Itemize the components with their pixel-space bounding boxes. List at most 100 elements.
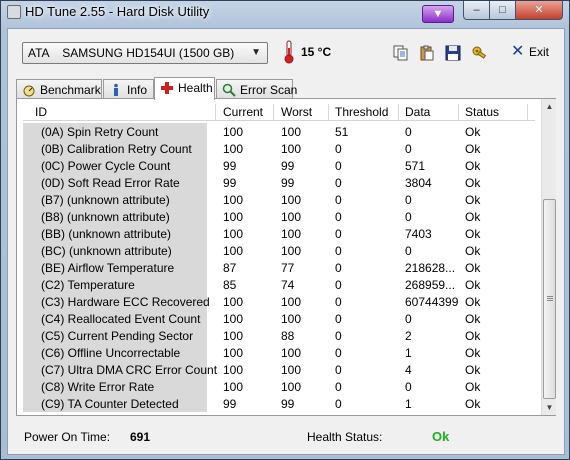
- column-divider[interactable]: [273, 104, 274, 120]
- threshold-cell: 0: [335, 295, 342, 309]
- status-cell: Ok: [465, 159, 481, 173]
- worst-cell: 100: [281, 295, 302, 309]
- scrollbar-thumb[interactable]: [543, 199, 556, 399]
- tab-label: Benchmark: [40, 83, 101, 97]
- current-cell: 100: [223, 363, 244, 377]
- status-cell: Ok: [465, 295, 481, 309]
- table-row[interactable]: (BB) (unknown attribute) 100 100 0 7403 Ok: [23, 225, 535, 242]
- table-row[interactable]: (B8) (unknown attribute) 100 100 0 0 Ok: [23, 208, 535, 225]
- promo-icon-button[interactable]: ▼: [422, 5, 454, 23]
- worst-cell: 88: [281, 329, 295, 343]
- column-divider[interactable]: [328, 104, 329, 120]
- attribute-id-cell: (C6) Offline Uncorrectable: [41, 346, 181, 360]
- title-bar[interactable]: HD Tune 2.55 - Hard Disk Utility ▼ – □ ✕: [1, 1, 569, 25]
- tab-label: Health: [178, 81, 213, 95]
- table-row[interactable]: (0D) Soft Read Error Rate 99 99 0 3804 Ok: [23, 174, 535, 191]
- copy-button[interactable]: [389, 41, 411, 63]
- column-header-data[interactable]: Data: [405, 105, 430, 119]
- info-icon: [114, 83, 118, 96]
- table-row[interactable]: (B7) (unknown attribute) 100 100 0 0 Ok: [23, 191, 535, 208]
- status-cell: Ok: [465, 227, 481, 241]
- table-row[interactable]: (C5) Current Pending Sector 100 88 0 2 Ok: [23, 327, 535, 344]
- worst-cell: 99: [281, 176, 295, 190]
- close-button[interactable]: ✕: [516, 1, 563, 20]
- current-cell: 99: [223, 176, 237, 190]
- column-header-id[interactable]: ID: [35, 105, 47, 119]
- status-cell: Ok: [465, 312, 481, 326]
- smart-attributes-table[interactable]: ID Current Worst Threshold Data Status (…: [23, 103, 535, 415]
- scroll-up-arrow-icon[interactable]: ▲: [542, 99, 557, 114]
- status-bar: Power On Time: 691 Health Status: Ok: [8, 419, 564, 454]
- worst-cell: 99: [281, 159, 295, 173]
- table-row[interactable]: (C9) TA Counter Detected 99 99 0 1 Ok: [23, 395, 535, 412]
- column-divider[interactable]: [458, 104, 459, 120]
- threshold-cell: 0: [335, 227, 342, 241]
- table-row[interactable]: (0A) Spin Retry Count 100 100 51 0 Ok: [23, 123, 535, 140]
- save-button[interactable]: [441, 41, 463, 63]
- magnifier-icon: [222, 83, 236, 97]
- data-cell: 1: [405, 346, 412, 360]
- column-divider[interactable]: [215, 104, 216, 120]
- attribute-id-cell: (BC) (unknown attribute): [41, 244, 172, 258]
- status-cell: Ok: [465, 193, 481, 207]
- table-row[interactable]: (C4) Reallocated Event Count 100 100 0 0 Ok: [23, 310, 535, 327]
- current-cell: 99: [223, 159, 237, 173]
- table-row[interactable]: (C8) Write Error Rate 100 100 0 0 Ok: [23, 378, 535, 395]
- tab-benchmark[interactable]: Benchmark: [16, 79, 102, 99]
- data-cell: 0: [405, 142, 412, 156]
- vertical-scrollbar[interactable]: ▲ ▼: [541, 99, 556, 415]
- threshold-cell: 0: [335, 142, 342, 156]
- column-divider[interactable]: [527, 104, 528, 120]
- current-cell: 100: [223, 380, 244, 394]
- column-header-current[interactable]: Current: [223, 105, 263, 119]
- grip-line: [547, 298, 553, 299]
- status-cell: Ok: [465, 329, 481, 343]
- drive-select[interactable]: ATA SAMSUNG HD154UI (1500 GB) ▼: [22, 42, 268, 64]
- worst-cell: 100: [281, 193, 302, 207]
- status-cell: Ok: [465, 125, 481, 139]
- current-cell: 100: [223, 125, 244, 139]
- current-cell: 100: [223, 210, 244, 224]
- attribute-id-cell: (BB) (unknown attribute): [41, 227, 172, 241]
- options-button[interactable]: [467, 41, 489, 63]
- exit-button[interactable]: ✕ Exit: [509, 41, 557, 63]
- data-cell: 0: [405, 244, 412, 258]
- data-cell: 4: [405, 363, 412, 377]
- column-header-status[interactable]: Status: [465, 105, 499, 119]
- minimize-button[interactable]: –: [463, 1, 490, 20]
- table-row[interactable]: (C6) Offline Uncorrectable 100 100 0 1 Ok: [23, 344, 535, 361]
- table-row[interactable]: (BC) (unknown attribute) 100 100 0 0 Ok: [23, 242, 535, 259]
- window-title: HD Tune 2.55 - Hard Disk Utility: [25, 4, 210, 19]
- data-cell: 3804: [405, 176, 432, 190]
- grip-line: [547, 300, 553, 301]
- column-header-threshold[interactable]: Threshold: [335, 105, 388, 119]
- health-cross-icon: [161, 82, 173, 94]
- threshold-cell: 0: [335, 346, 342, 360]
- status-cell: Ok: [465, 380, 481, 394]
- health-status-value: Ok: [432, 429, 450, 444]
- threshold-cell: 0: [335, 261, 342, 275]
- threshold-cell: 0: [335, 380, 342, 394]
- table-row[interactable]: (BE) Airflow Temperature 87 77 0 218628... Ok: [23, 259, 535, 276]
- tab-health[interactable]: Health: [154, 77, 215, 100]
- settings-keys-icon: [472, 46, 487, 59]
- maximize-button[interactable]: □: [490, 1, 516, 20]
- column-divider[interactable]: [398, 104, 399, 120]
- tab-label: Error Scan: [240, 83, 298, 97]
- app-window: HD Tune 2.55 - Hard Disk Utility ▼ – □ ✕…: [0, 0, 570, 460]
- tab-error-scan[interactable]: Error Scan: [216, 79, 297, 99]
- close-x-icon: ✕: [511, 43, 525, 60]
- tab-info[interactable]: Info: [103, 79, 154, 99]
- table-row[interactable]: (C3) Hardware ECC Recovered 100 100 0 607443…: [23, 293, 535, 310]
- column-header-worst[interactable]: Worst: [281, 105, 312, 119]
- table-row[interactable]: (C7) Ultra DMA CRC Error Count 100 100 0 4 Ok: [23, 361, 535, 378]
- scroll-down-arrow-icon[interactable]: ▼: [542, 400, 557, 415]
- table-row[interactable]: (0C) Power Cycle Count 99 99 0 571 Ok: [23, 157, 535, 174]
- table-row[interactable]: (0B) Calibration Retry Count 100 100 0 0 Ok: [23, 140, 535, 157]
- data-cell: 218628...: [405, 261, 456, 275]
- paste-button[interactable]: [415, 41, 437, 63]
- copy-icon: [393, 45, 408, 61]
- caption-buttons: – □ ✕: [463, 1, 563, 21]
- table-row[interactable]: (C2) Temperature 85 74 0 268959... Ok: [23, 276, 535, 293]
- status-cell: Ok: [465, 176, 481, 190]
